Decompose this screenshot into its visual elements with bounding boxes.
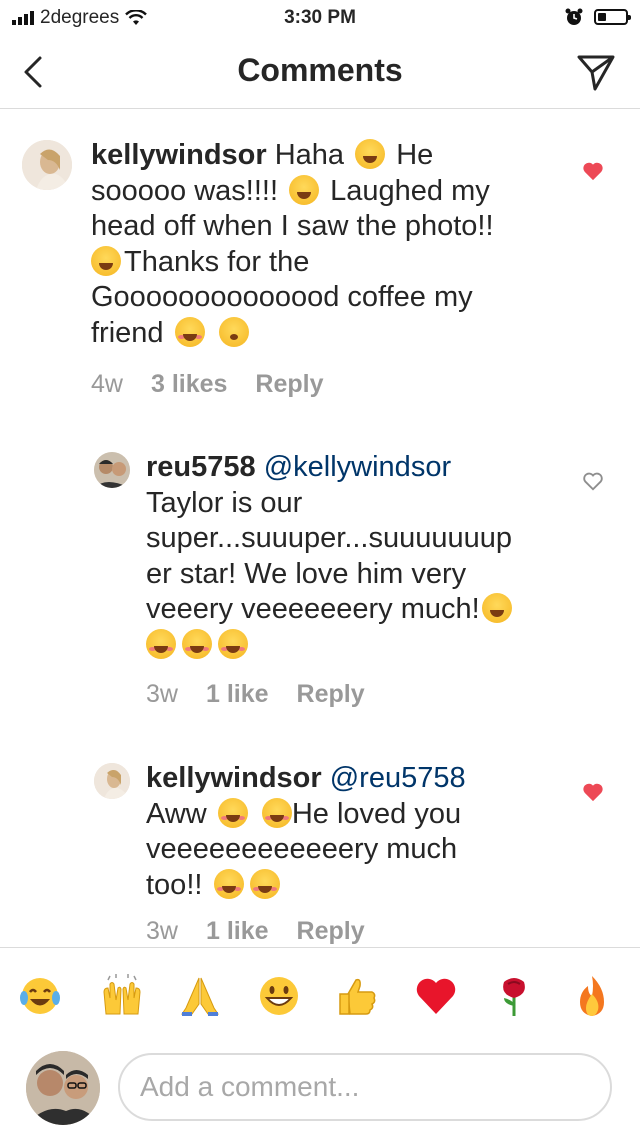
comment-text: Taylor is our (146, 486, 303, 519)
comment-text: veeeeeeeeeeeery much (146, 833, 458, 866)
smiling-face-with-hearts-emoji (213, 868, 244, 899)
avatar (26, 1051, 100, 1125)
comment-username[interactable]: reu5758 (146, 451, 256, 483)
grinning-face-emoji[interactable] (257, 974, 301, 1018)
comment-body: kellywindsor Haha He sooooo was!!!! Laug… (91, 138, 591, 352)
comment-mention[interactable]: @kellywindsor (264, 451, 451, 483)
comment-text: veeery veeeeeeery much! (146, 593, 480, 626)
folded-hands-emoji[interactable] (178, 974, 222, 1018)
comment-mention[interactable]: @reu5758 (330, 762, 466, 794)
like-heart-icon[interactable] (582, 470, 604, 492)
avatar[interactable] (94, 452, 130, 488)
status-time: 3:30 PM (284, 7, 356, 28)
comment-text: Thanks for the (124, 245, 310, 278)
comment-username[interactable]: kellywindsor (146, 762, 322, 794)
rolling-laughing-emoji (355, 139, 386, 169)
avatar[interactable] (94, 763, 130, 799)
comment-text: Aww (146, 797, 207, 830)
comment-body: kellywindsor @reu5758 Aww He loved you v… (146, 761, 586, 903)
rose-emoji[interactable] (492, 974, 536, 1018)
tears-of-joy-emoji[interactable] (18, 974, 62, 1018)
comment-time: 3w (146, 917, 178, 945)
like-heart-icon[interactable] (582, 781, 604, 803)
fire-emoji[interactable] (570, 974, 614, 1018)
comment-body: reu5758 @kellywindsor Taylor is our supe… (146, 450, 586, 664)
alarm-icon (565, 8, 583, 25)
smiling-face-with-hearts-emoji (217, 797, 248, 828)
nerd-face-emoji (481, 593, 512, 624)
comment-composer (0, 1047, 640, 1138)
face-blowing-kiss-emoji (218, 316, 249, 347)
red-heart-emoji[interactable] (414, 974, 458, 1018)
smiling-face-with-hearts-emoji (218, 628, 248, 659)
comment-text: Haha (274, 139, 345, 171)
direct-send-icon[interactable] (576, 52, 616, 92)
smiling-face-with-hearts-emoji (146, 628, 176, 659)
comment-text: sooooo was!!!! (91, 174, 278, 207)
avatar[interactable] (22, 140, 72, 190)
status-right (564, 7, 631, 27)
thumbs-up-emoji[interactable] (336, 974, 380, 1018)
comment-meta: 3w 1 like Reply (146, 917, 365, 946)
comment-text: head off when I saw the photo!! (91, 210, 494, 243)
comment-meta: 3w 1 like Reply (146, 680, 365, 709)
raised-hands-emoji[interactable] (100, 974, 144, 1018)
comment-text: He (396, 139, 434, 171)
hugging-emoji (174, 316, 205, 347)
tears-of-joy-emoji (289, 174, 320, 205)
comment-text: He loved you (291, 797, 462, 830)
comment-input[interactable] (118, 1053, 612, 1121)
comment-likes[interactable]: 3 likes (151, 370, 227, 399)
hugging-emoji (261, 797, 292, 828)
reply-button[interactable]: Reply (297, 680, 365, 709)
comment-time: 4w (91, 370, 123, 398)
status-bar: 2degrees 3:30 PM (0, 0, 640, 36)
like-heart-icon[interactable] (582, 160, 604, 182)
reply-button[interactable]: Reply (255, 370, 323, 399)
comment-text: Goooooooooooood coffee my (91, 281, 473, 314)
smiling-face-with-hearts-emoji (182, 628, 212, 659)
comment-text: er star! We love him very (146, 557, 467, 590)
comment-text: too!! (146, 868, 203, 901)
comment-text: Laughed my (330, 174, 490, 207)
page-title: Comments (237, 52, 403, 88)
comment-time: 3w (146, 680, 178, 708)
comment-meta: 4w 3 likes Reply (91, 370, 324, 399)
laughing-emoji (91, 245, 121, 276)
comment-text: friend (91, 316, 164, 349)
comment-username[interactable]: kellywindsor (91, 139, 267, 171)
quick-emoji-bar (0, 947, 640, 1048)
smiling-face-with-hearts-emoji (249, 868, 280, 899)
comment-likes[interactable]: 1 like (206, 917, 269, 946)
navigation-bar: Comments (0, 36, 640, 109)
reply-button[interactable]: Reply (297, 917, 365, 946)
comment-likes[interactable]: 1 like (206, 680, 269, 709)
battery-icon (594, 9, 631, 25)
comment-text: super...suuuper...suuuuuuup (146, 522, 513, 555)
